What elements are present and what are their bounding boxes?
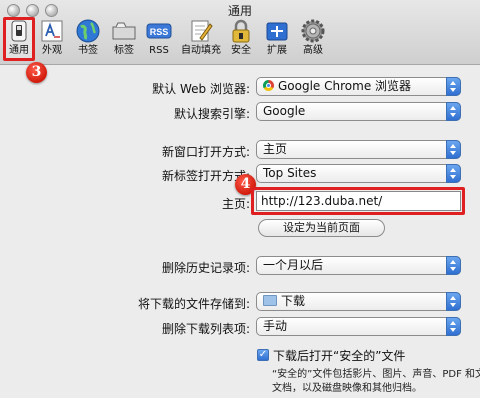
remove-history-popup[interactable]: 一个月以后 <box>256 256 461 275</box>
chrome-icon <box>263 80 274 91</box>
new-window-row: 新窗口打开方式: 主页 <box>0 140 480 162</box>
remove-downloads-row: 删除下载列表项: 手动 <box>0 317 480 339</box>
toolbar-label: 外观 <box>42 45 62 56</box>
folder-icon <box>263 295 277 306</box>
homepage-label: 主页: <box>221 197 250 211</box>
toolbar-label: 自动填充 <box>181 45 221 56</box>
default-search-value: Google <box>263 104 306 118</box>
default-browser-row: 默认 Web 浏览器: Google Chrome 浏览器 <box>0 77 480 99</box>
toolbar-tabs[interactable]: 标签 <box>104 18 144 57</box>
remove-history-label: 删除历史记录项: <box>161 261 250 275</box>
save-downloads-label: 将下载的文件存储到: <box>137 297 250 311</box>
default-browser-popup[interactable]: Google Chrome 浏览器 <box>256 77 461 96</box>
chevron-updown-icon <box>446 140 461 159</box>
title-bar: 通用 通用 外观 书签 标签 RSS RSS 自动填充 安全 扩展 高级 <box>0 0 480 65</box>
default-browser-value: Google Chrome 浏览器 <box>278 79 412 93</box>
toolbar-appearance[interactable]: 外观 <box>32 18 72 57</box>
toolbar-label: RSS <box>149 45 169 56</box>
switch-icon <box>6 18 32 44</box>
default-search-popup[interactable]: Google <box>256 102 461 121</box>
checkmark-icon: ✓ <box>258 349 268 360</box>
chevron-updown-icon <box>446 317 461 336</box>
font-icon <box>39 18 65 44</box>
rss-icon: RSS <box>146 18 172 44</box>
new-tab-popup[interactable]: Top Sites <box>256 164 461 183</box>
lock-icon <box>228 18 254 44</box>
new-window-value: 主页 <box>263 142 288 156</box>
open-safe-files-checkbox[interactable]: ✓ <box>257 349 269 361</box>
default-search-label: 默认搜索引擎: <box>173 107 250 121</box>
toolbar-bookmarks[interactable]: 书签 <box>68 18 108 57</box>
toolbar-security[interactable]: 安全 <box>221 18 261 57</box>
toolbar-advanced[interactable]: 高级 <box>293 18 333 57</box>
window-title: 通用 <box>227 4 252 18</box>
default-search-row: 默认搜索引擎: Google <box>0 102 480 124</box>
toolbar-autofill[interactable]: 自动填充 <box>181 18 221 57</box>
puzzle-icon <box>264 18 290 44</box>
remove-history-row: 删除历史记录项: 一个月以后 <box>0 256 480 278</box>
remove-history-value: 一个月以后 <box>263 258 324 272</box>
gear-icon <box>300 18 326 44</box>
preferences-window: 通用 通用 外观 书签 标签 RSS RSS 自动填充 安全 扩展 高级 3 默… <box>0 0 480 398</box>
globe-icon <box>75 18 101 44</box>
remove-downloads-label: 删除下载列表项: <box>161 322 250 336</box>
pencil-icon <box>188 18 214 44</box>
open-safe-files-label[interactable]: 下载后打开“安全的”文件 <box>273 347 405 364</box>
homepage-highlight <box>251 187 465 215</box>
safe-files-note-line1: “安全的”文件包括影片、图片、声音、PDF 和文本 <box>272 369 480 380</box>
toolbar-label: 书签 <box>78 45 98 56</box>
chevron-updown-icon <box>446 292 461 311</box>
toolbar-label: 标签 <box>114 45 134 56</box>
new-tab-value: Top Sites <box>263 166 317 180</box>
svg-text:RSS: RSS <box>150 27 169 37</box>
chevron-updown-icon <box>446 256 461 275</box>
save-downloads-row: 将下载的文件存储到: 下载 <box>0 292 480 314</box>
set-current-page-button[interactable]: 设定为当前页面 <box>258 219 385 237</box>
new-window-popup[interactable]: 主页 <box>256 140 461 159</box>
toolbar-label: 高级 <box>303 45 323 56</box>
chevron-updown-icon <box>446 102 461 121</box>
new-window-label: 新窗口打开方式: <box>161 145 250 159</box>
save-downloads-value: 下载 <box>281 294 306 308</box>
chevron-updown-icon <box>446 164 461 183</box>
chevron-updown-icon <box>446 77 461 96</box>
default-browser-label: 默认 Web 浏览器: <box>152 82 250 96</box>
toolbar-rss[interactable]: RSS RSS <box>139 18 179 57</box>
toolbar-label: 安全 <box>231 45 251 56</box>
safe-files-note-line2: 文档，以及磁盘映像和其他归档。 <box>272 383 422 394</box>
tabs-icon <box>111 18 137 44</box>
save-downloads-popup[interactable]: 下载 <box>256 292 461 311</box>
remove-downloads-value: 手动 <box>263 319 288 333</box>
toolbar-extensions[interactable]: 扩展 <box>257 18 297 57</box>
toolbar-label: 扩展 <box>267 45 287 56</box>
remove-downloads-popup[interactable]: 手动 <box>256 317 461 336</box>
